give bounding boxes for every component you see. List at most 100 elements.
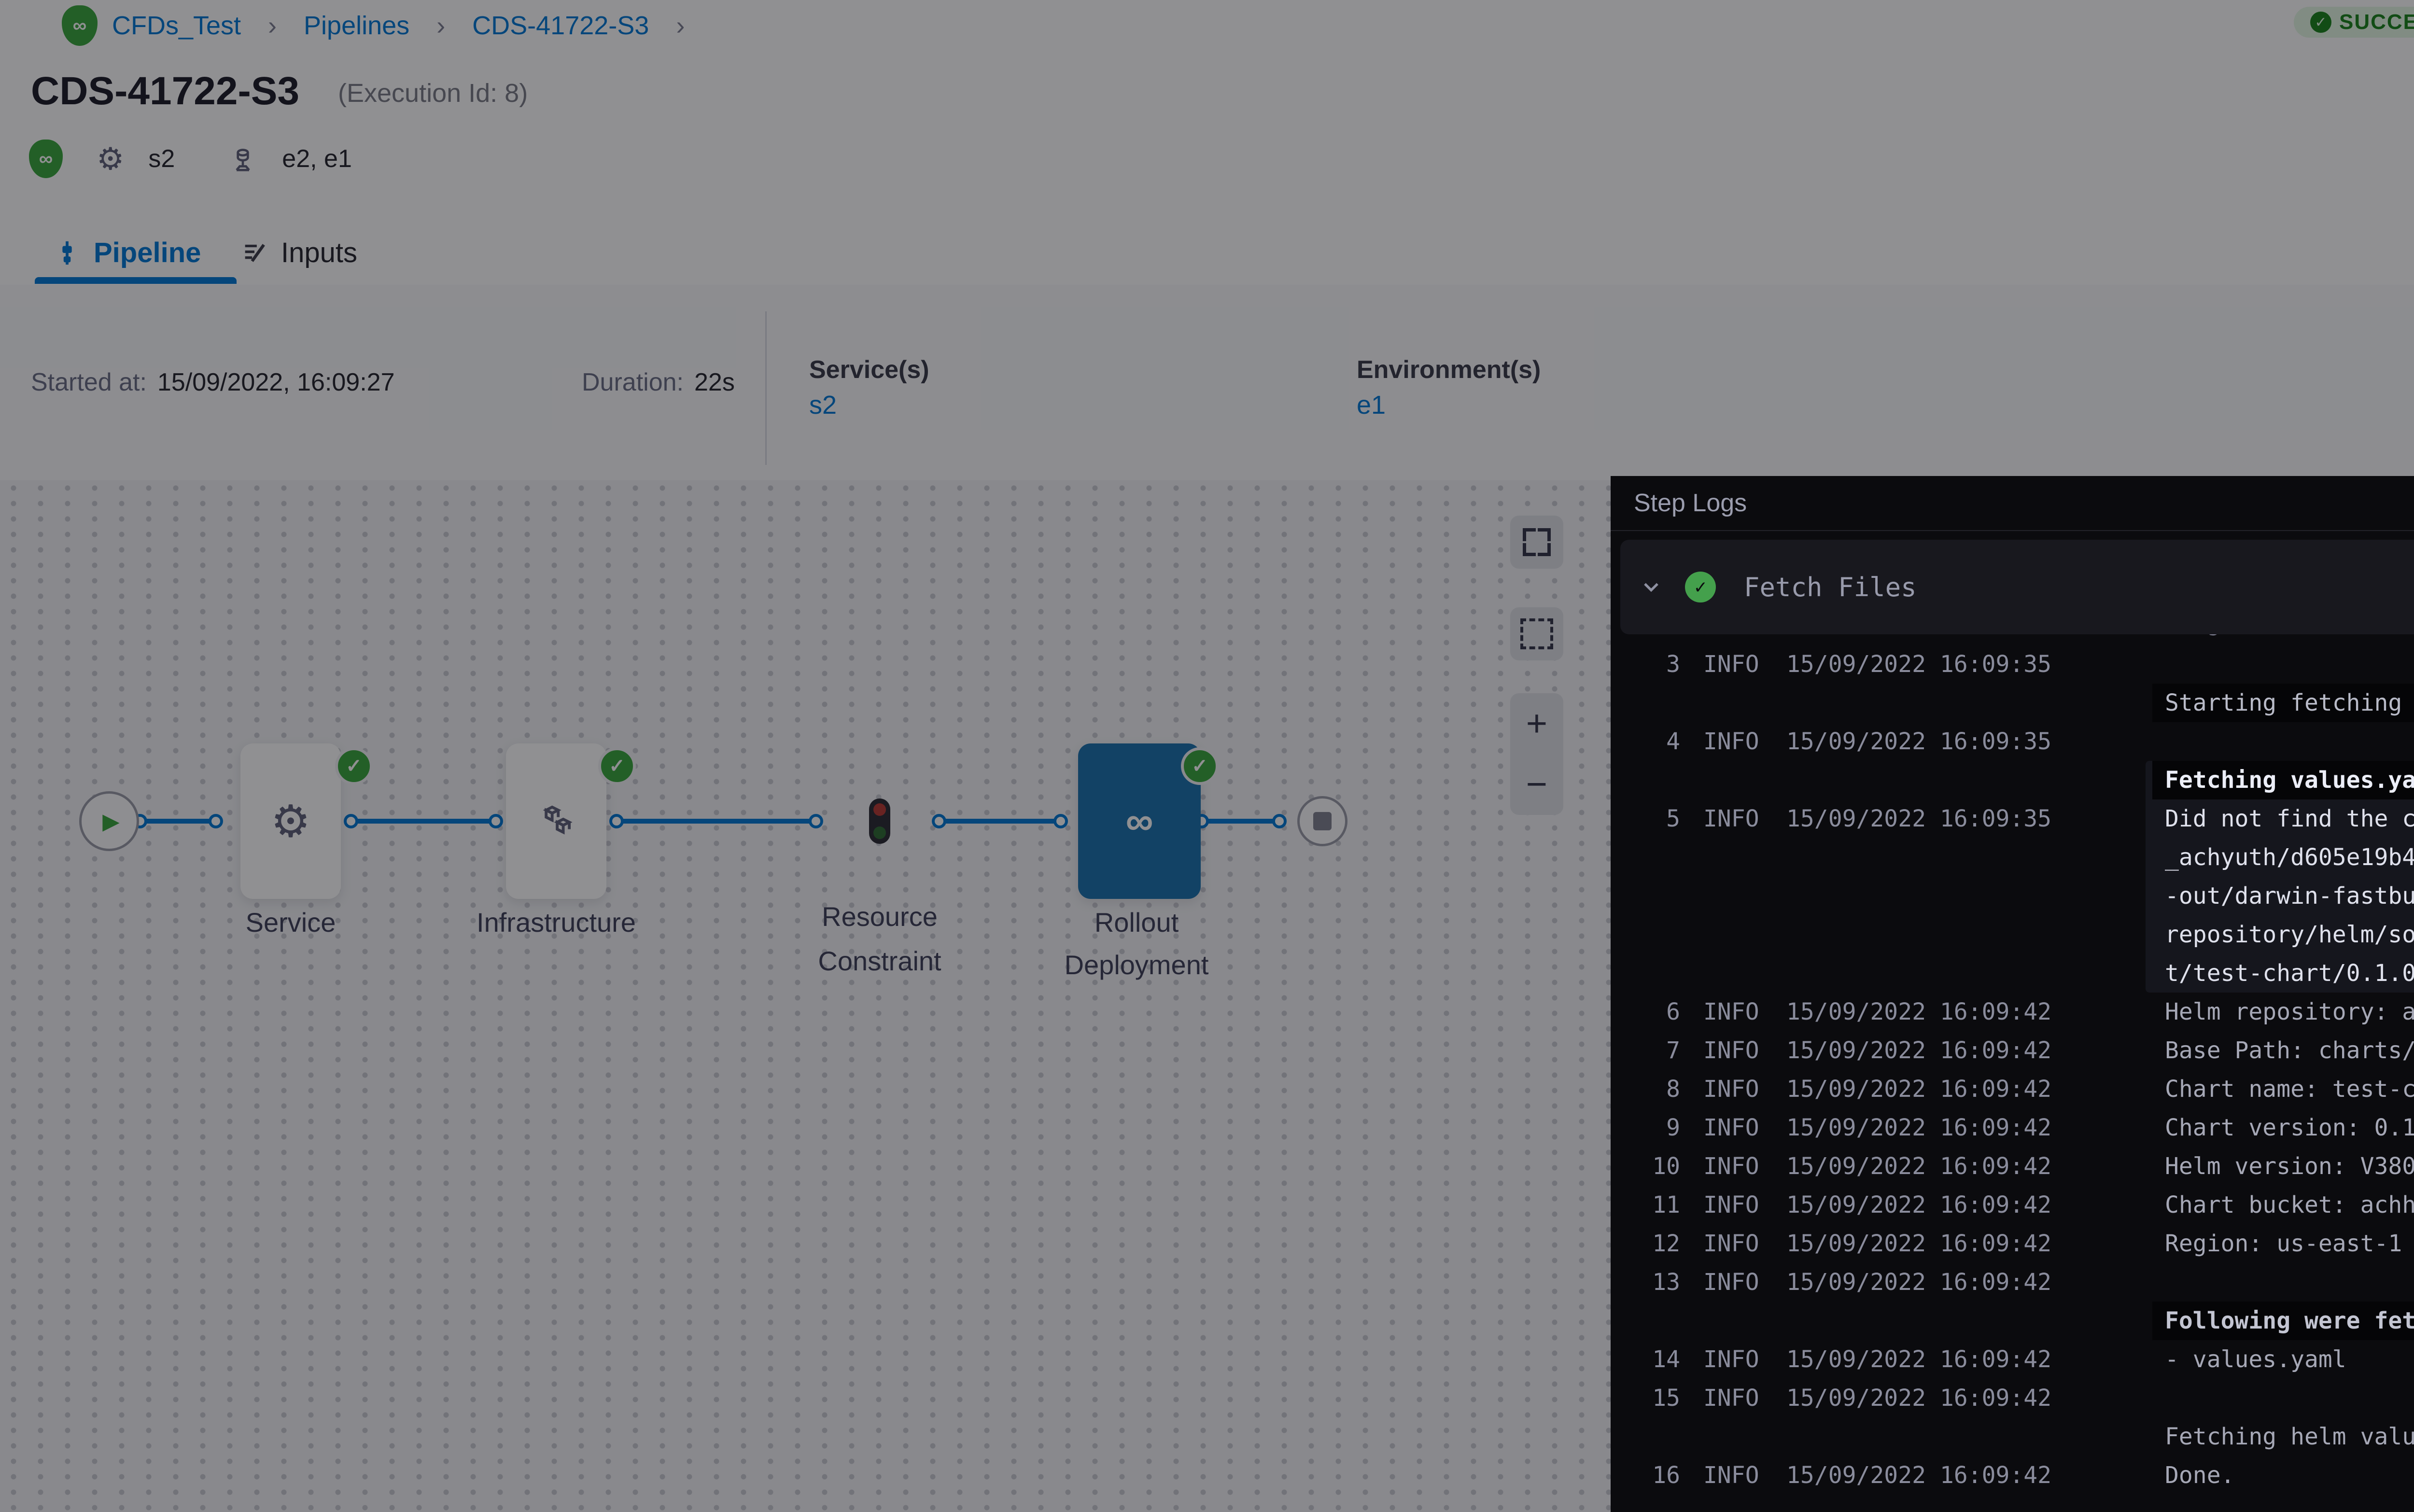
log-message: Base Path: charts/	[2152, 1031, 2414, 1070]
log-line[interactable]: Following were fetched successfully :	[1611, 1302, 2414, 1340]
step-logs-panel: Step Logs Console View in go/info } ✓ Fe…	[1611, 476, 2414, 1512]
log-message: _achyuth/d605e19b46448ceaacb01fb4c19633a…	[2152, 838, 2414, 877]
log-level: INFO	[1703, 1263, 1759, 1302]
log-message: Region: us-east-1	[2152, 1224, 2414, 1263]
log-line-number	[1620, 915, 1680, 954]
log-line-number: 8	[1620, 1070, 1680, 1108]
log-message: repository/helm/source/93602db7-89f2-317…	[2152, 915, 2414, 954]
log-line[interactable]: t/test-chart/0.1.0	[1611, 954, 2414, 993]
log-message: Done.	[2152, 1456, 2247, 1495]
log-timestamp: 15/09/2022 16:09:35	[1786, 645, 2051, 684]
log-message: Following were fetched successfully :	[2152, 1302, 2414, 1340]
log-message: -out/darwin-fastbuild/bin/260-delegate/e…	[2152, 877, 2414, 915]
log-line[interactable]: 3 INFO 15/09/2022 16:09:35	[1611, 645, 2414, 684]
log-line-number: 13	[1620, 1263, 1680, 1302]
log-level: INFO	[1703, 799, 1759, 838]
log-message: Starting fetching Helm values	[2152, 684, 2414, 722]
log-timestamp: 15/09/2022 16:09:42	[1786, 1379, 2051, 1417]
log-step-section-header[interactable]: ✓ Fetch Files 9s	[1620, 540, 2414, 634]
log-line-number: 12	[1620, 1224, 1680, 1263]
log-line[interactable]: 5 INFO 15/09/2022 16:09:35 Did not find …	[1611, 799, 2414, 838]
log-line-number: 10	[1620, 1147, 1680, 1186]
log-rows: 3 INFO 15/09/2022 16:09:35 Starting fetc…	[1611, 645, 2414, 1495]
log-line-number: 4	[1620, 722, 1680, 761]
log-line[interactable]: 4 INFO 15/09/2022 16:09:35	[1611, 722, 2414, 761]
log-timestamp: 15/09/2022 16:09:42	[1786, 1186, 2051, 1224]
log-timestamp: 15/09/2022 16:09:42	[1786, 1456, 2051, 1495]
log-line[interactable]: 11 INFO 15/09/2022 16:09:42 Chart bucket…	[1611, 1186, 2414, 1224]
step-logs-header: Step Logs	[1611, 476, 2414, 530]
log-line[interactable]: Starting fetching Helm values	[1611, 684, 2414, 722]
log-line[interactable]: 15 INFO 15/09/2022 16:09:42	[1611, 1379, 2414, 1417]
log-line[interactable]: Fetching helm values completed successfu…	[1611, 1417, 2414, 1456]
log-timestamp: 15/09/2022 16:09:42	[1786, 1108, 2051, 1147]
log-message: t/test-chart/0.1.0	[2152, 954, 2414, 993]
log-level: INFO	[1703, 1108, 1759, 1147]
log-line-number: 14	[1620, 1340, 1680, 1379]
log-message: Helm version: V380	[2152, 1147, 2414, 1186]
log-line[interactable]: 13 INFO 15/09/2022 16:09:42	[1611, 1263, 2414, 1302]
log-line[interactable]: 10 INFO 15/09/2022 16:09:42 Helm version…	[1611, 1147, 2414, 1186]
log-message: Helm repository: aws-qa-setup-modified	[2152, 993, 2414, 1031]
log-line[interactable]: 9 INFO 15/09/2022 16:09:42 Chart version…	[1611, 1108, 2414, 1147]
log-timestamp: 15/09/2022 16:09:42	[1786, 1147, 2051, 1186]
log-level: INFO	[1703, 1456, 1759, 1495]
log-message: Fetching values.yaml from helm chart rep…	[2152, 761, 2414, 799]
log-line[interactable]: repository/helm/source/93602db7-89f2-317…	[1611, 915, 2414, 954]
log-line-number: 11	[1620, 1186, 1680, 1224]
log-timestamp: 15/09/2022 16:09:42	[1786, 1263, 2051, 1302]
log-line-number: 5	[1620, 799, 1680, 838]
log-message: Chart bucket: achhelmbucket	[2152, 1186, 2414, 1224]
log-line-number: 16	[1620, 1456, 1680, 1495]
chevron-down-icon	[1639, 574, 1664, 600]
log-message: - values.yaml	[2152, 1340, 2359, 1379]
step-name: Fetch Files	[1744, 572, 1917, 602]
log-line[interactable]: 14 INFO 15/09/2022 16:09:42 - values.yam…	[1611, 1340, 2414, 1379]
page: ∞ CFDs_Test › Pipelines › CDS-41722-S3 ›…	[0, 0, 2414, 1512]
log-line-number: 6	[1620, 993, 1680, 1031]
log-message: Did not find the chart and version in lo…	[2152, 799, 2414, 838]
log-line[interactable]: -out/darwin-fastbuild/bin/260-delegate/e…	[1611, 877, 2414, 915]
log-message: Fetching helm values completed successfu…	[2152, 1417, 2414, 1456]
log-line-number	[1620, 761, 1680, 799]
log-message: Chart name: test-chart	[2152, 1070, 2414, 1108]
log-timestamp: 15/09/2022 16:09:42	[1786, 1340, 2051, 1379]
log-line-number	[1620, 1417, 1680, 1456]
log-line[interactable]: 7 INFO 15/09/2022 16:09:42 Base Path: ch…	[1611, 1031, 2414, 1070]
divider	[1611, 530, 2414, 531]
log-level: INFO	[1703, 1340, 1759, 1379]
log-line-number: 3	[1620, 645, 1680, 684]
log-timestamp: 15/09/2022 16:09:42	[1786, 993, 2051, 1031]
log-line[interactable]: _achyuth/d605e19b46448ceaacb01fb4c19633a…	[1611, 838, 2414, 877]
log-level: INFO	[1703, 1070, 1759, 1108]
log-level: INFO	[1703, 1224, 1759, 1263]
step-logs-title: Step Logs	[1634, 489, 1747, 518]
log-level: INFO	[1703, 1147, 1759, 1186]
step-success-icon: ✓	[1685, 572, 1716, 602]
log-timestamp: 15/09/2022 16:09:42	[1786, 1224, 2051, 1263]
log-line[interactable]: 6 INFO 15/09/2022 16:09:42 Helm reposito…	[1611, 993, 2414, 1031]
log-line-number	[1620, 1302, 1680, 1340]
log-line-number: 7	[1620, 1031, 1680, 1070]
log-line[interactable]: 12 INFO 15/09/2022 16:09:42 Region: us-e…	[1611, 1224, 2414, 1263]
log-level: INFO	[1703, 1379, 1759, 1417]
log-line[interactable]: 16 INFO 15/09/2022 16:09:42 Done.	[1611, 1456, 2414, 1495]
log-line-number	[1620, 684, 1680, 722]
log-line-number	[1620, 877, 1680, 915]
log-line-number	[1620, 838, 1680, 877]
log-timestamp: 15/09/2022 16:09:35	[1786, 722, 2051, 761]
log-line-number	[1620, 954, 1680, 993]
log-timestamp: 15/09/2022 16:09:42	[1786, 1031, 2051, 1070]
log-line[interactable]: Fetching values.yaml from helm chart rep…	[1611, 761, 2414, 799]
log-level: INFO	[1703, 1031, 1759, 1070]
log-timestamp: 15/09/2022 16:09:42	[1786, 1070, 2051, 1108]
log-level: INFO	[1703, 722, 1759, 761]
log-line-number: 9	[1620, 1108, 1680, 1147]
log-timestamp: 15/09/2022 16:09:35	[1786, 799, 2051, 838]
log-line[interactable]: 8 INFO 15/09/2022 16:09:42 Chart name: t…	[1611, 1070, 2414, 1108]
log-line-number: 15	[1620, 1379, 1680, 1417]
log-message: Chart version: 0.1.0	[2152, 1108, 2414, 1147]
log-level: INFO	[1703, 993, 1759, 1031]
log-level: INFO	[1703, 1186, 1759, 1224]
log-level: INFO	[1703, 645, 1759, 684]
